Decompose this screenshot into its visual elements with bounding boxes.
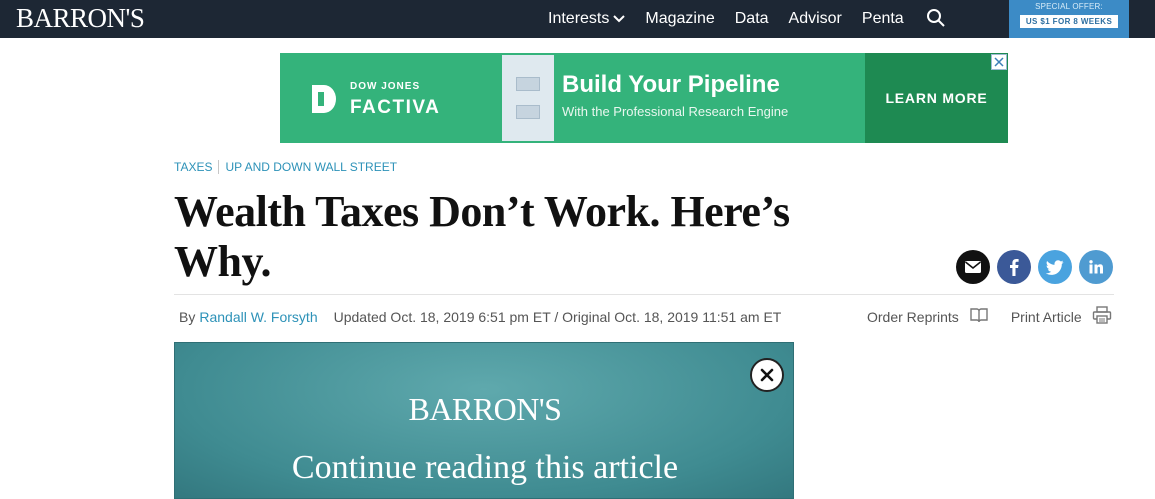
email-share-icon[interactable] [956,250,990,284]
byline-prefix: By [179,309,196,325]
close-icon[interactable] [991,54,1007,70]
nav-item-label: Interests [548,10,610,27]
special-offer-title: SPECIAL OFFER: [1035,2,1103,11]
ad-learn-more-button[interactable]: LEARN MORE [865,53,1008,143]
ad-image-shape [516,77,540,91]
close-icon[interactable] [750,358,784,392]
site-logo[interactable]: BARRON'S [16,3,145,34]
breadcrumb-taxes[interactable]: TAXES [174,160,212,174]
factiva-logo-icon [310,83,338,115]
nav-item-advisor[interactable]: Advisor [789,10,842,28]
ad-subhead: With the Professional Research Engine [562,104,789,119]
nav-item-interests[interactable]: Interests [548,10,626,28]
ad-image [502,55,554,141]
breadcrumb: TAXES UP AND DOWN WALL STREET [174,160,397,174]
author-link[interactable]: Randall W. Forsyth [199,309,317,325]
order-reprints-label: Order Reprints [867,308,959,325]
twitter-share-icon[interactable] [1038,250,1072,284]
nav-item-magazine[interactable]: Magazine [645,10,714,28]
headline-line-2: Why. [174,237,272,286]
special-offer-button[interactable]: US $1 FOR 8 WEEKS [1019,15,1119,28]
nav-item-penta[interactable]: Penta [862,10,904,28]
paywall-message: Continue reading this article [291,449,679,486]
printer-icon [1092,306,1112,327]
ad-brand-top: DOW JONES [350,81,421,92]
breadcrumb-up-and-down-wall-street[interactable]: UP AND DOWN WALL STREET [225,160,397,174]
chevron-down-icon [613,10,626,28]
breadcrumb-divider [218,160,220,174]
ad-headline: Build Your Pipeline [562,71,780,98]
linkedin-share-icon[interactable] [1079,250,1113,284]
nav-item-label: Penta [861,10,904,27]
facebook-share-icon[interactable] [997,250,1031,284]
ad-image-shape [516,105,540,119]
nav-item-data[interactable]: Data [735,10,769,28]
print-article-button[interactable]: Print Article [1011,306,1112,327]
article-tools: Order Reprints Print Article [867,306,1112,327]
nav-item-label: Magazine [645,10,715,27]
nav-item-label: Advisor [788,10,842,27]
nav-menu: Interests Magazine Data Advisor Penta [548,0,924,38]
paywall-modal: BARRON'S Continue reading this article [174,342,794,499]
divider [174,294,1114,295]
paywall-logo: BARRON'S [408,391,562,427]
article-headline: Wealth Taxes Don’t Work. Here’s Why. [174,187,814,287]
book-icon [969,306,989,327]
search-icon[interactable] [926,8,946,28]
headline-line-1: Wealth Taxes Don’t Work. Here’s [174,187,790,236]
byline: By Randall W. Forsyth Updated Oct. 18, 2… [179,309,781,325]
nav-item-label: Data [734,10,769,27]
order-reprints-button[interactable]: Order Reprints [867,306,989,327]
share-buttons [956,250,1120,284]
special-offer-banner[interactable]: SPECIAL OFFER: US $1 FOR 8 WEEKS [1009,0,1129,38]
top-nav: BARRON'S Interests Magazine Data Advisor… [0,0,1155,38]
ad-brand-main: FACTIVA [350,97,441,118]
print-article-label: Print Article [1010,308,1082,325]
article-timestamp: Updated Oct. 18, 2019 6:51 pm ET / Origi… [333,309,782,325]
factiva-ad[interactable]: DOW JONES FACTIVA Build Your Pipeline Wi… [280,53,1008,143]
